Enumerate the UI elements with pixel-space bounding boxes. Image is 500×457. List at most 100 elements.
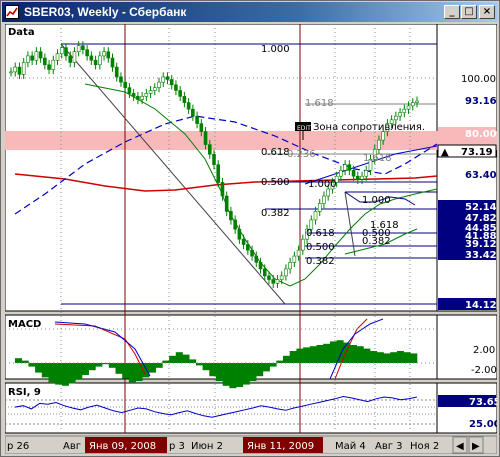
macd-tick-2: 2.00: [473, 345, 495, 356]
candle-body: [212, 153, 216, 165]
candle-body: [406, 105, 411, 110]
candle-body: [152, 87, 157, 91]
candle-body: [317, 203, 322, 212]
scroll-right-icon: ▶: [472, 441, 480, 452]
candle-body: [140, 96, 144, 100]
macd-bar: [262, 363, 270, 372]
candle-body: [322, 195, 326, 204]
macd-pane-title: MACD: [8, 319, 41, 330]
price-axis[interactable]: [436, 24, 497, 312]
macd-tick-minus2: -2.00: [471, 365, 497, 376]
x-label-8: Авг 3: [375, 441, 403, 452]
x-label-7: Май 4: [335, 441, 366, 452]
candle-body: [377, 139, 381, 150]
fib-label-1618-mid: 1.618: [363, 153, 392, 164]
macd-bar: [222, 363, 230, 386]
price-tick-100: 100.00: [461, 74, 496, 85]
close-button[interactable]: ×: [479, 5, 495, 19]
macd-bar: [82, 363, 89, 375]
candle-body: [237, 228, 242, 240]
badge-63-40: 63.40: [465, 170, 497, 181]
fib-label-0500: 0.500: [261, 177, 290, 188]
fib-label-0618: 0.618: [261, 147, 290, 158]
current-price-arrow: ▲: [441, 147, 449, 158]
candle-body: [102, 51, 106, 57]
macd-bar: [75, 363, 83, 380]
x-label-4: р 3: [169, 441, 185, 452]
x-label-6: Янв 11, 2009: [247, 441, 314, 452]
candle-body: [72, 51, 77, 63]
candle-body: [21, 62, 26, 75]
title-bar[interactable]: SBER03, Weekly - Сбербанк _ □ ×: [2, 2, 498, 22]
badge-52-14: 52.14: [465, 202, 497, 213]
rsi-pane-title: RSI, 9: [8, 387, 41, 398]
candle-body: [410, 102, 415, 107]
window-title: SBER03, Weekly - Сбербанк: [24, 5, 187, 19]
macd-bar: [182, 354, 190, 363]
candle-body: [233, 219, 237, 230]
macd-bar: [216, 363, 223, 381]
candle-body: [246, 244, 250, 251]
x-label-5: Июн 2: [191, 441, 223, 452]
rsi-tick-high: 73.65: [469, 397, 497, 408]
badge-39-12: 39.12: [465, 239, 497, 250]
candle-body: [186, 102, 191, 110]
candle-body: [43, 57, 47, 66]
candle-body: [148, 90, 153, 94]
macd-bar: [115, 363, 123, 374]
badge-33-42: 33.42: [465, 250, 497, 261]
fib-label-0382-right: 0.382: [362, 236, 391, 247]
maximize-button[interactable]: □: [461, 5, 477, 19]
candle-body: [144, 93, 149, 97]
candle-body: [34, 51, 39, 61]
candle-body: [254, 255, 259, 263]
macd-bar: [329, 341, 337, 363]
candle-body: [119, 76, 123, 83]
rsi-pane[interactable]: [5, 382, 438, 434]
candle-body: [38, 51, 43, 59]
macd-bar: [363, 348, 371, 363]
candle-body: [296, 249, 301, 257]
chart-area[interactable]: 1.000 1.618 EDIT Зона сопротивления. 0.6…: [5, 24, 497, 454]
candle-body: [13, 66, 18, 73]
candle-body: [178, 90, 182, 97]
candle-body: [51, 59, 56, 70]
macd-bar: [122, 363, 130, 379]
macd-bar: [135, 363, 143, 381]
candle-body: [191, 108, 195, 117]
macd-bar: [189, 359, 197, 363]
x-label-1: р 26: [7, 441, 29, 452]
macd-bar: [108, 363, 116, 368]
macd-bar: [383, 353, 391, 363]
candle-body: [224, 195, 229, 212]
candle-body: [258, 261, 263, 270]
macd-bar: [283, 355, 290, 363]
macd-bar: [249, 363, 257, 381]
macd-bar: [155, 363, 163, 368]
macd-bar: [390, 352, 398, 363]
macd-bar: [88, 363, 96, 371]
rsi-tick-low: 25.00: [469, 419, 497, 430]
candle-body: [203, 131, 208, 145]
candle-body: [9, 71, 13, 74]
candle-body: [355, 175, 360, 180]
macd-bar: [403, 352, 411, 363]
macd-bar: [202, 363, 210, 371]
macd-bar: [128, 363, 136, 383]
minimize-button[interactable]: _: [444, 5, 460, 19]
candle-body: [279, 275, 284, 280]
macd-bar: [35, 363, 43, 373]
macd-bar: [370, 351, 378, 363]
candle-body: [165, 76, 170, 80]
macd-bar: [28, 363, 36, 367]
candle-body: [343, 164, 347, 171]
macd-bar: [48, 363, 56, 383]
macd-bar: [410, 353, 418, 363]
macd-bar: [303, 347, 311, 363]
candle-body: [402, 108, 407, 113]
candle-body: [220, 182, 225, 197]
candle-body: [114, 66, 119, 78]
fib-label-0500-low: 0.500: [306, 242, 335, 253]
candle-body: [68, 55, 73, 63]
candle-body: [398, 112, 402, 117]
